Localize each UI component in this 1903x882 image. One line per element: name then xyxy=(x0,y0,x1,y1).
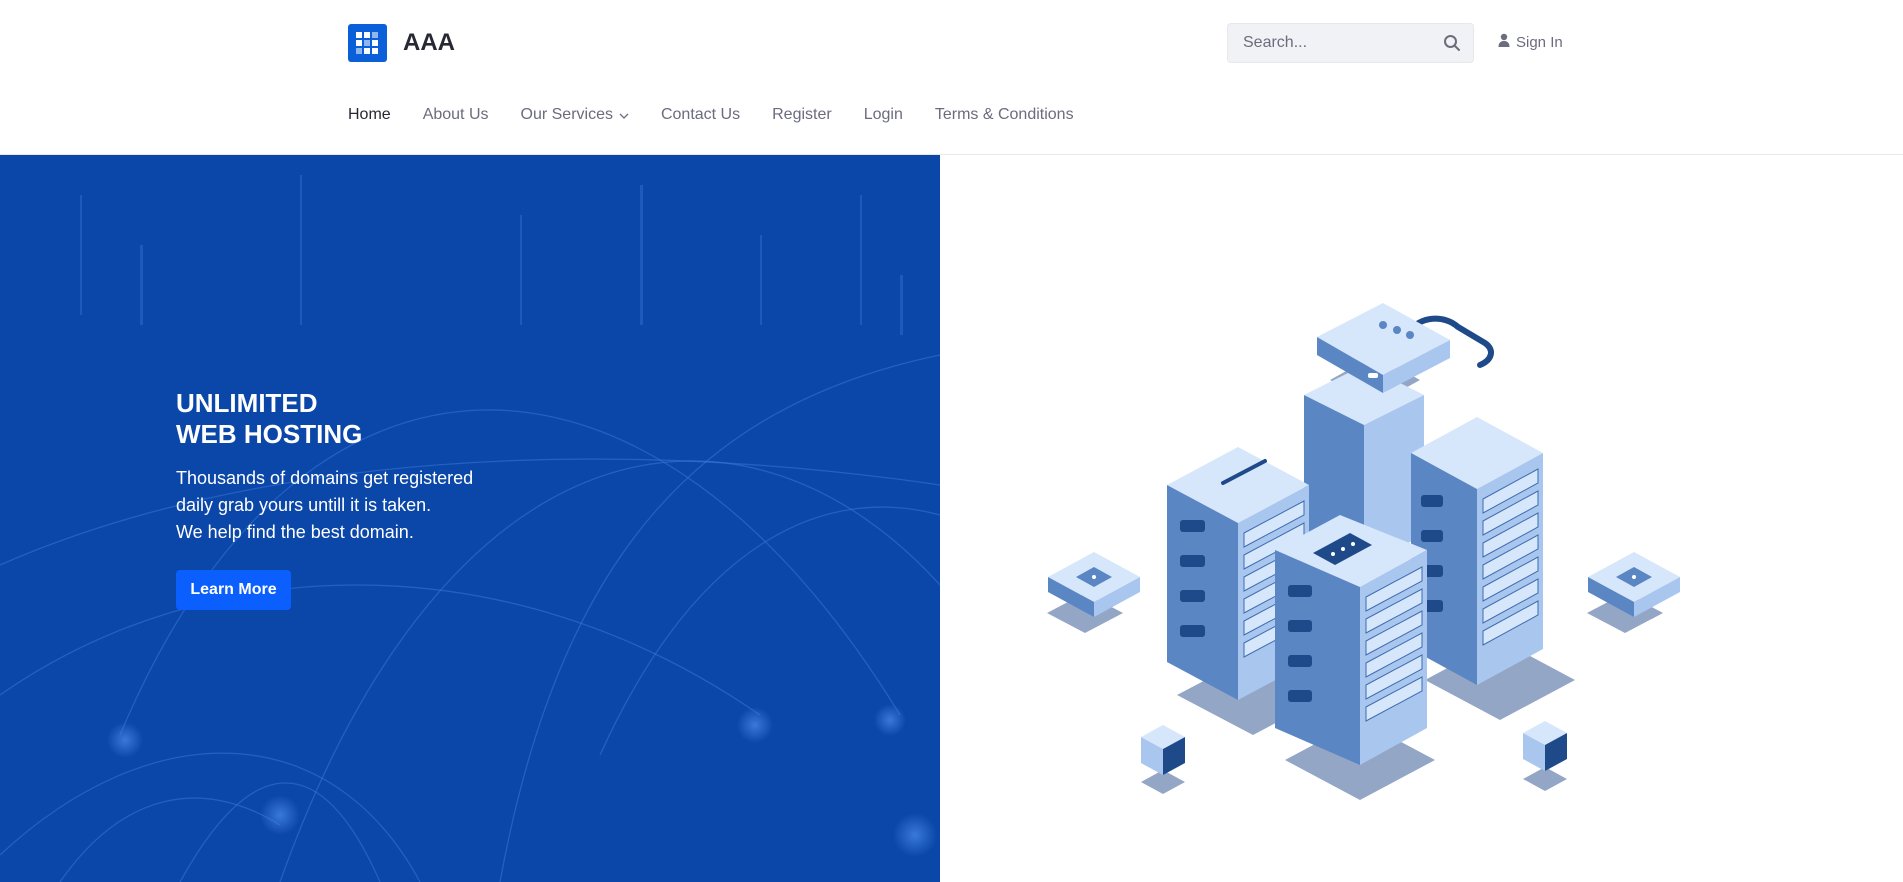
nav-item-our-services[interactable]: Our Services xyxy=(521,106,629,124)
nav-item-label: Login xyxy=(863,106,903,123)
search-input[interactable] xyxy=(1228,24,1428,62)
cube-right xyxy=(1523,721,1567,771)
site-header: AAA Sign In Home About Us Our Services C… xyxy=(0,0,1903,155)
nav-item-label: Contact Us xyxy=(660,106,741,123)
server-racks-illustration xyxy=(940,155,1903,882)
hero-title: UNLIMITED WEB HOSTING xyxy=(176,388,362,450)
nav-item-register[interactable]: Register xyxy=(772,106,832,124)
nav-item-about-us[interactable]: About Us xyxy=(423,106,489,124)
hero-text-line-1: Thousands of domains get registered xyxy=(176,468,474,488)
nav-item-login[interactable]: Login xyxy=(864,106,903,124)
sign-in-label: Sign In xyxy=(1516,33,1563,51)
main-navigation: Home About Us Our Services Contact Us Re… xyxy=(348,106,1106,124)
sign-in-link[interactable]: Sign In xyxy=(1498,33,1563,51)
search-icon[interactable] xyxy=(1443,34,1461,52)
nav-item-contact-us[interactable]: Contact Us xyxy=(661,106,740,124)
grid-logo-icon[interactable] xyxy=(348,24,387,62)
brand[interactable]: AAA xyxy=(348,24,455,62)
server-rack-right xyxy=(1411,417,1543,685)
site-name[interactable]: AAA xyxy=(403,29,455,57)
hero-banner: UNLIMITED WEB HOSTING Thousands of domai… xyxy=(0,155,940,882)
learn-more-button[interactable]: Learn More xyxy=(176,570,291,610)
chevron-down-icon xyxy=(619,106,629,124)
hero-title-line-1: UNLIMITED xyxy=(176,388,318,418)
hero-title-line-2: WEB HOSTING xyxy=(176,419,363,449)
user-icon xyxy=(1498,33,1510,51)
nav-item-label: Register xyxy=(772,106,832,123)
server-rack-front xyxy=(1275,515,1427,765)
nav-item-label: Our Services xyxy=(520,106,613,123)
cube-left xyxy=(1141,725,1185,775)
nav-item-terms-conditions[interactable]: Terms & Conditions xyxy=(935,106,1074,124)
nav-item-label: Terms & Conditions xyxy=(934,106,1074,123)
search-box xyxy=(1227,23,1474,63)
hero-description: Thousands of domains get registered dail… xyxy=(176,465,516,546)
nav-item-label: Home xyxy=(348,106,391,123)
hero-text-line-2: daily grab yours untill it is taken. xyxy=(176,495,432,515)
hero-text-line-3: We help find the best domain. xyxy=(176,522,414,542)
nav-item-home[interactable]: Home xyxy=(348,106,391,124)
nav-item-label: About Us xyxy=(422,106,489,123)
